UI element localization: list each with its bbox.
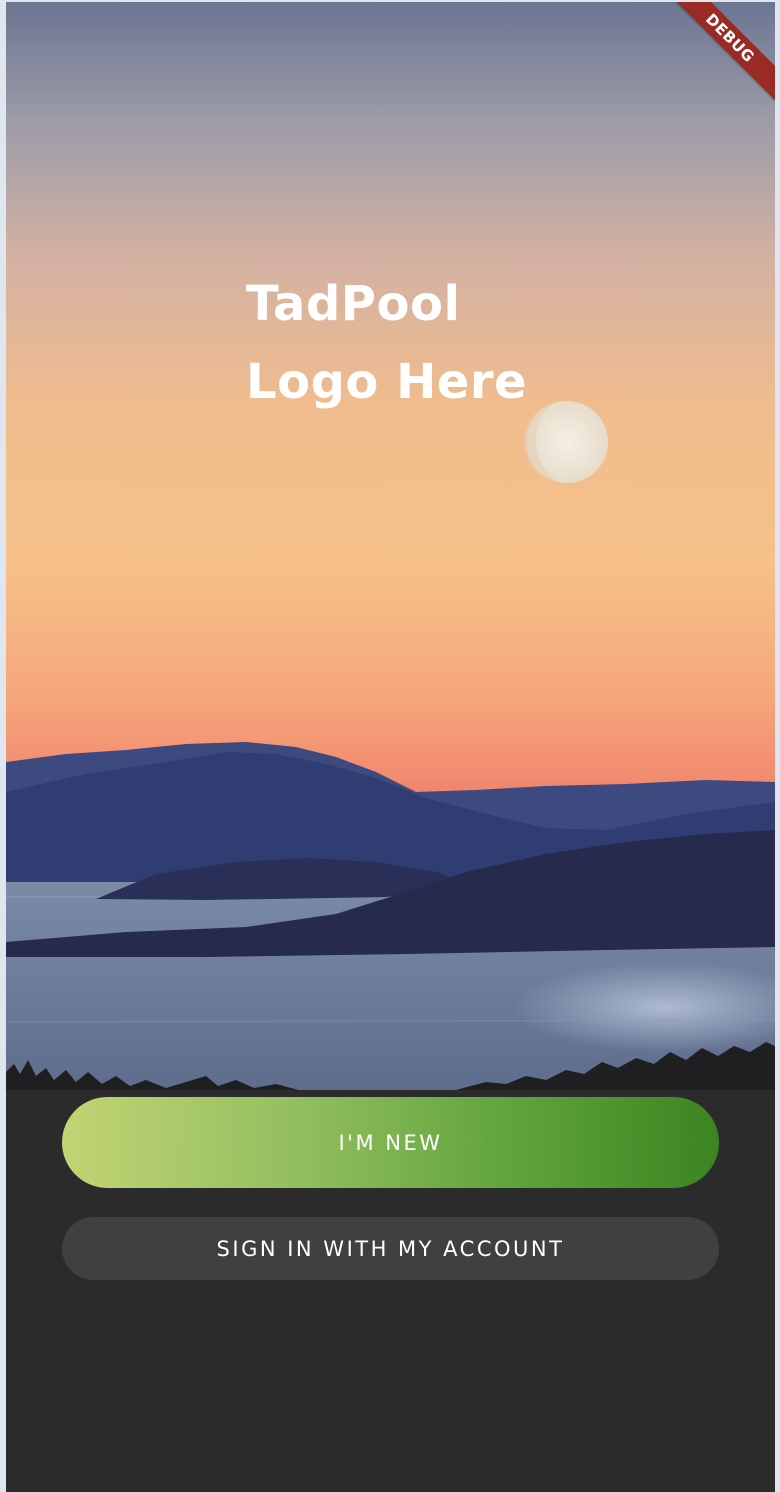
logo-text-line-2: Logo Here (246, 354, 528, 410)
moon-icon (523, 401, 608, 483)
app-screen: TadPool Logo Here I'M NEW SIGN IN WITH M… (6, 2, 775, 1492)
im-new-button[interactable]: I'M NEW (62, 1097, 719, 1188)
background-landscape-image (6, 2, 775, 1112)
logo-text-line-1: TadPool (246, 276, 461, 332)
sign-in-button[interactable]: SIGN IN WITH MY ACCOUNT (62, 1217, 719, 1280)
